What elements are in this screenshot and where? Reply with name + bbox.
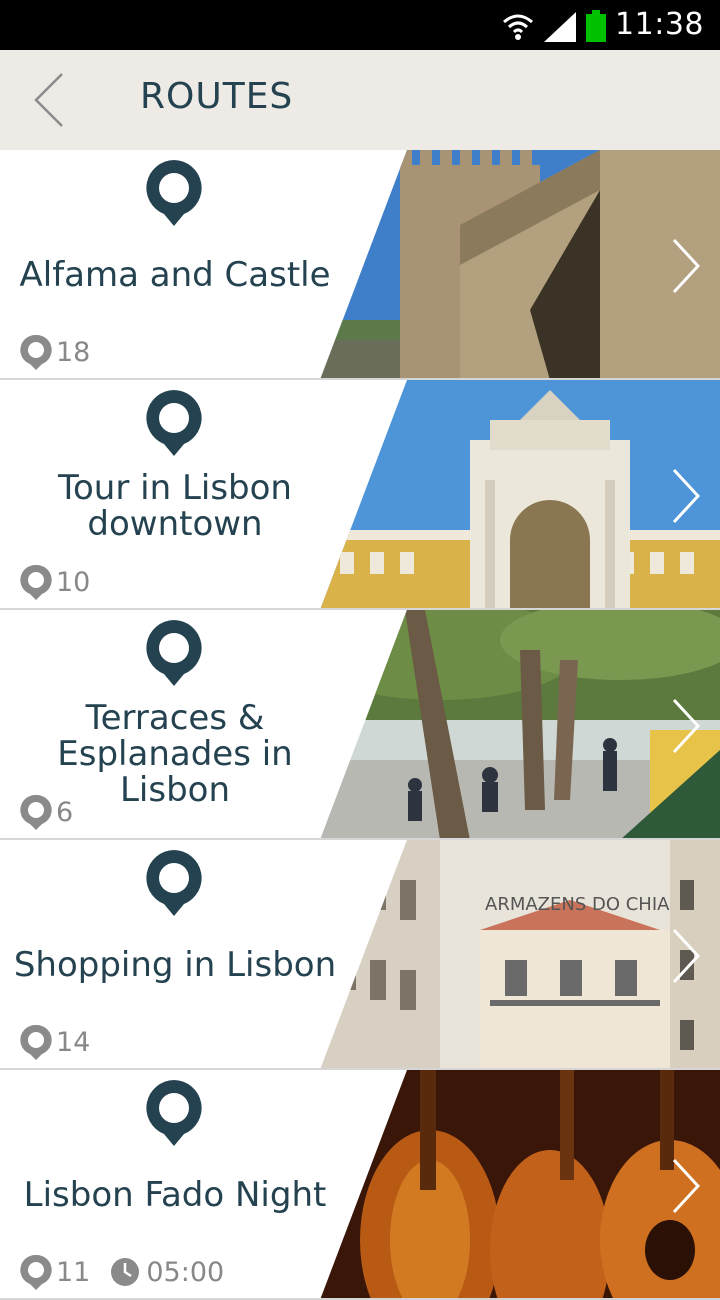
map-pin-icon — [146, 1080, 202, 1146]
stops-pin-icon — [20, 334, 52, 370]
map-pin-icon — [146, 850, 202, 916]
page-title: ROUTES — [140, 76, 294, 117]
battery-icon — [586, 10, 606, 42]
stops-pin-icon — [20, 794, 52, 830]
route-image-terrace — [320, 610, 720, 838]
route-item[interactable]: ARMAZENS DO CHIADO Shopping in Lisbon 14 — [0, 840, 720, 1070]
app-header: ROUTES — [0, 50, 720, 150]
stops-count: 18 — [56, 336, 91, 368]
route-info: Lisbon Fado Night 11 05:00 — [0, 1070, 350, 1298]
stops-count: 14 — [56, 1026, 91, 1058]
stops-pin-icon — [20, 1024, 52, 1060]
route-meta: 10 — [20, 562, 90, 602]
routes-list: Alfama and Castle 18 Tour in Lisbon down… — [0, 150, 720, 1300]
route-info: Tour in Lisbon downtown 10 — [0, 380, 350, 608]
route-image-shopping: ARMAZENS DO CHIADO — [320, 840, 720, 1068]
chevron-right-icon[interactable] — [670, 1158, 700, 1214]
stops-pin-icon — [20, 564, 52, 600]
route-item[interactable]: Lisbon Fado Night 11 05:00 — [0, 1070, 720, 1300]
sign-text: ARMAZENS DO CHIADO — [485, 894, 697, 915]
route-title: Alfama and Castle — [19, 255, 331, 295]
route-title: Lisbon Fado Night — [23, 1175, 327, 1215]
route-title: Tour in Lisbon downtown — [0, 470, 350, 542]
route-title-line: downtown — [87, 504, 263, 544]
map-pin-icon — [146, 160, 202, 226]
back-arrow-icon[interactable] — [20, 70, 80, 130]
chevron-right-icon[interactable] — [670, 928, 700, 984]
route-image-castle — [320, 150, 720, 378]
route-item[interactable]: Tour in Lisbon downtown 10 — [0, 380, 720, 610]
map-pin-icon — [146, 390, 202, 456]
route-duration: 05:00 — [146, 1256, 225, 1288]
signal-icon — [544, 12, 576, 42]
route-info: Shopping in Lisbon 14 — [0, 840, 350, 1068]
status-bar: 11:38 — [0, 0, 720, 50]
status-icons — [503, 10, 606, 42]
chevron-right-icon[interactable] — [670, 698, 700, 754]
clock-icon — [111, 1258, 140, 1286]
chevron-right-icon[interactable] — [670, 468, 700, 524]
route-item[interactable]: Terraces & Esplanades in Lisbon 6 — [0, 610, 720, 840]
route-title: Shopping in Lisbon — [13, 945, 337, 985]
route-meta: 11 05:00 — [20, 1252, 224, 1292]
route-info: Alfama and Castle 18 — [0, 150, 350, 378]
route-item[interactable]: Alfama and Castle 18 — [0, 150, 720, 380]
route-info: Terraces & Esplanades in Lisbon 6 — [0, 610, 350, 838]
stops-count: 6 — [56, 796, 74, 828]
status-time: 11:38 — [615, 7, 704, 42]
route-image-fado — [320, 1070, 720, 1298]
stops-pin-icon — [20, 1254, 52, 1290]
route-meta: 14 — [20, 1022, 90, 1062]
route-image-arch — [320, 380, 720, 608]
stops-count: 11 — [56, 1256, 91, 1288]
route-meta: 6 — [20, 792, 73, 832]
route-meta: 18 — [20, 332, 90, 372]
map-pin-icon — [146, 620, 202, 686]
route-title-line: Terraces & — [85, 698, 265, 738]
stops-count: 10 — [56, 566, 91, 598]
chevron-right-icon[interactable] — [670, 238, 700, 294]
route-title-line: Tour in Lisbon — [58, 468, 292, 508]
wifi-icon — [503, 14, 533, 40]
